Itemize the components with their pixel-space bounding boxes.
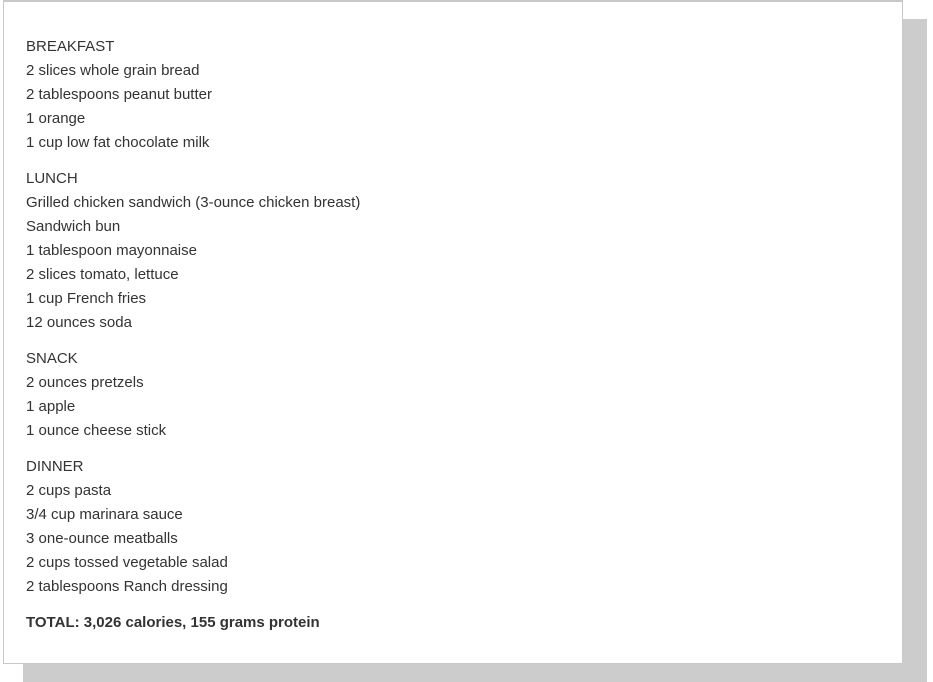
list-item: 1 apple [26, 398, 76, 415]
section-dinner: DINNER 2 cups pasta 3/4 cup marinara sau… [26, 455, 360, 599]
list-item: 2 cups pasta [26, 482, 112, 499]
list-item: 1 ounce cheese stick [26, 422, 167, 439]
list-item: 1 cup low fat chocolate milk [26, 134, 210, 151]
list-item: 1 orange [26, 110, 86, 127]
list-item: 1 cup French fries [26, 290, 147, 307]
section-snack: SNACK 2 ounces pretzels 1 apple 1 ounce … [26, 347, 360, 443]
list-item: 3 one-ounce meatballs [26, 530, 178, 547]
list-item: 3/4 cup marinara sauce [26, 506, 183, 523]
list-item: 2 tablespoons Ranch dressing [26, 578, 228, 595]
section-heading: LUNCH [26, 170, 78, 187]
list-item: 12 ounces soda [26, 314, 132, 331]
section-lunch: LUNCH Grilled chicken sandwich (3-ounce … [26, 167, 360, 335]
section-breakfast: BREAKFAST 2 slices whole grain bread 2 t… [26, 35, 360, 155]
list-item: 2 slices tomato, lettuce [26, 266, 179, 283]
list-item: 2 tablespoons peanut butter [26, 86, 212, 103]
list-item: 1 tablespoon mayonnaise [26, 242, 197, 259]
total-summary: TOTAL: 3,026 calories, 155 grams protein [26, 614, 320, 631]
list-item: Sandwich bun [26, 218, 121, 235]
section-heading: BREAKFAST [26, 38, 115, 55]
list-item: 2 cups tossed vegetable salad [26, 554, 228, 571]
meal-plan-card: BREAKFAST 2 slices whole grain bread 2 t… [3, 0, 903, 664]
list-item: 2 slices whole grain bread [26, 62, 200, 79]
list-item: Grilled chicken sandwich (3-ounce chicke… [26, 194, 361, 211]
meal-plan-content: BREAKFAST 2 slices whole grain bread 2 t… [26, 35, 360, 635]
section-heading: SNACK [26, 350, 78, 367]
section-heading: DINNER [26, 458, 84, 475]
list-item: 2 ounces pretzels [26, 374, 144, 391]
